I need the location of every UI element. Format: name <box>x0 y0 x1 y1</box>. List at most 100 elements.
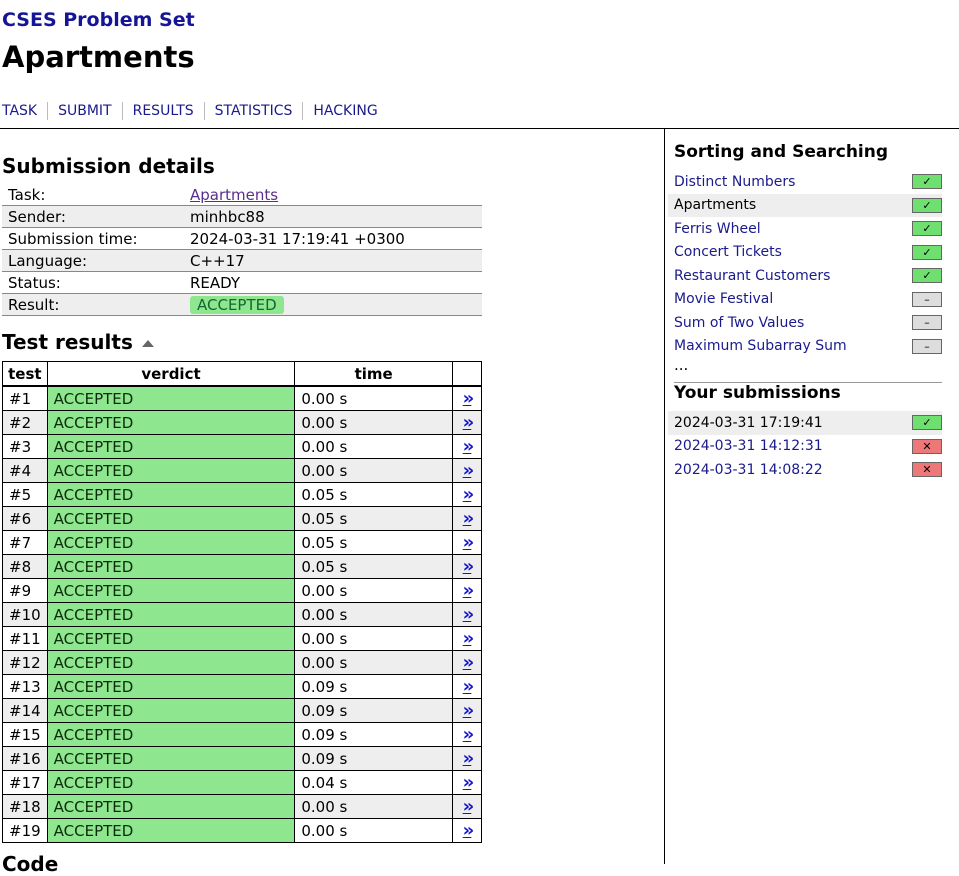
test-results-header[interactable]: Test results <box>2 330 482 354</box>
double-chevron-right-icon[interactable]: » <box>463 604 475 625</box>
submission-item[interactable]: 2024-03-31 14:08:22 ✕ <box>674 458 942 482</box>
dash-icon: – <box>912 291 942 307</box>
view-test-link[interactable]: » <box>452 602 482 627</box>
view-test-link[interactable]: » <box>452 434 482 459</box>
view-test-link[interactable]: » <box>452 794 482 819</box>
test-verdict: ACCEPTED <box>46 722 296 747</box>
view-test-link[interactable]: » <box>452 530 482 555</box>
sidebar-task-link[interactable]: Ferris Wheel <box>674 221 761 237</box>
details-row-result: Result: ACCEPTED <box>2 293 482 316</box>
double-chevron-right-icon[interactable]: » <box>463 556 475 577</box>
submission-link[interactable]: 2024-03-31 14:08:22 <box>674 462 823 478</box>
submission-list: 2024-03-31 17:19:41 ✓ 2024-03-31 14:12:31 ✕… <box>668 411 942 482</box>
submission-details-heading: Submission details <box>2 154 215 178</box>
test-time: 0.04 s <box>294 770 453 795</box>
test-time: 0.09 s <box>294 722 453 747</box>
collapse-triangle-icon[interactable] <box>141 339 154 347</box>
sidebar-task-item: Apartments ✓ <box>668 193 942 217</box>
view-test-link[interactable]: » <box>452 698 482 723</box>
view-test-link[interactable]: » <box>452 818 482 843</box>
view-test-link[interactable]: » <box>452 746 482 771</box>
details-key: Submission time: <box>2 227 184 250</box>
sidebar-task-item[interactable]: Maximum Subarray Sum – <box>674 335 942 359</box>
view-test-link[interactable]: » <box>452 482 482 507</box>
double-chevron-right-icon[interactable]: » <box>463 460 475 481</box>
double-chevron-right-icon[interactable]: » <box>463 748 475 769</box>
nav-hacking[interactable]: HACKING <box>302 102 387 120</box>
view-test-link[interactable]: » <box>452 722 482 747</box>
test-verdict: ACCEPTED <box>46 530 296 555</box>
nav-submit[interactable]: SUBMIT <box>47 102 122 120</box>
table-row: #17 ACCEPTED 0.04 s » <box>2 770 482 795</box>
sidebar-task-item[interactable]: Distinct Numbers ✓ <box>674 170 942 194</box>
view-test-link[interactable]: » <box>452 578 482 603</box>
view-test-link[interactable]: » <box>452 506 482 531</box>
table-row: #13 ACCEPTED 0.09 s » <box>2 674 482 699</box>
view-test-link[interactable]: » <box>452 554 482 579</box>
double-chevron-right-icon[interactable]: » <box>463 628 475 649</box>
sidebar-task-link[interactable]: Concert Tickets <box>674 244 782 260</box>
test-number: #9 <box>2 578 48 603</box>
double-chevron-right-icon[interactable]: » <box>463 388 475 409</box>
double-chevron-right-icon[interactable]: » <box>463 820 475 841</box>
test-time: 0.00 s <box>294 794 453 819</box>
sidebar-task-item[interactable]: Concert Tickets ✓ <box>674 241 942 265</box>
test-verdict: ACCEPTED <box>46 385 296 411</box>
col-test: test <box>2 361 48 387</box>
sidebar-task-link[interactable]: Sum of Two Values <box>674 315 804 331</box>
double-chevron-right-icon[interactable]: » <box>463 436 475 457</box>
double-chevron-right-icon[interactable]: » <box>463 676 475 697</box>
table-row: #18 ACCEPTED 0.00 s » <box>2 794 482 819</box>
check-icon: ✓ <box>912 415 942 431</box>
table-row: #1 ACCEPTED 0.00 s » <box>2 385 482 411</box>
submission-link[interactable]: 2024-03-31 14:12:31 <box>674 438 823 454</box>
double-chevron-right-icon[interactable]: » <box>463 508 475 529</box>
double-chevron-right-icon[interactable]: » <box>463 412 475 433</box>
view-test-link[interactable]: » <box>452 650 482 675</box>
sidebar-task-link[interactable]: Movie Festival <box>674 291 773 307</box>
test-time: 0.00 s <box>294 458 453 483</box>
view-test-link[interactable]: » <box>452 385 482 411</box>
double-chevron-right-icon[interactable]: » <box>463 532 475 553</box>
test-verdict: ACCEPTED <box>46 650 296 675</box>
nav-task[interactable]: TASK <box>2 102 47 120</box>
test-number: #17 <box>2 770 48 795</box>
site-title[interactable]: CSES Problem Set <box>2 9 195 31</box>
header-divider <box>0 128 959 129</box>
view-test-link[interactable]: » <box>452 770 482 795</box>
double-chevron-right-icon[interactable]: » <box>463 652 475 673</box>
sidebar-task-item[interactable]: Sum of Two Values – <box>674 311 942 335</box>
double-chevron-right-icon[interactable]: » <box>463 796 475 817</box>
test-time: 0.00 s <box>294 818 453 843</box>
test-verdict: ACCEPTED <box>46 674 296 699</box>
sidebar-task-item[interactable]: Movie Festival – <box>674 288 942 312</box>
test-time: 0.00 s <box>294 434 453 459</box>
submission-time: 2024-03-31 17:19:41 <box>674 414 823 431</box>
view-test-link[interactable]: » <box>452 674 482 699</box>
double-chevron-right-icon[interactable]: » <box>463 484 475 505</box>
test-number: #3 <box>2 434 48 459</box>
double-chevron-right-icon[interactable]: » <box>463 580 475 601</box>
sidebar-task-link[interactable]: Maximum Subarray Sum <box>674 338 847 354</box>
task-link[interactable]: Apartments <box>190 186 278 204</box>
view-test-link[interactable]: » <box>452 410 482 435</box>
test-number: #1 <box>2 385 48 411</box>
double-chevron-right-icon[interactable]: » <box>463 700 475 721</box>
nav-statistics[interactable]: STATISTICS <box>203 102 303 120</box>
test-verdict: ACCEPTED <box>46 482 296 507</box>
sidebar-task-item[interactable]: Ferris Wheel ✓ <box>674 217 942 241</box>
sidebar-task-link[interactable]: Restaurant Customers <box>674 268 830 284</box>
test-time: 0.00 s <box>294 626 453 651</box>
double-chevron-right-icon[interactable]: » <box>463 772 475 793</box>
view-test-link[interactable]: » <box>452 458 482 483</box>
test-verdict: ACCEPTED <box>46 506 296 531</box>
nav-results[interactable]: RESULTS <box>121 102 204 120</box>
view-test-link[interactable]: » <box>452 626 482 651</box>
sidebar-task-item[interactable]: Restaurant Customers ✓ <box>674 264 942 288</box>
submission-item[interactable]: 2024-03-31 14:12:31 ✕ <box>674 435 942 459</box>
col-time: time <box>294 361 453 387</box>
test-number: #12 <box>2 650 48 675</box>
double-chevron-right-icon[interactable]: » <box>463 724 475 745</box>
sidebar-task-link[interactable]: Distinct Numbers <box>674 174 795 190</box>
site-title-link[interactable]: CSES Problem Set <box>2 9 195 31</box>
